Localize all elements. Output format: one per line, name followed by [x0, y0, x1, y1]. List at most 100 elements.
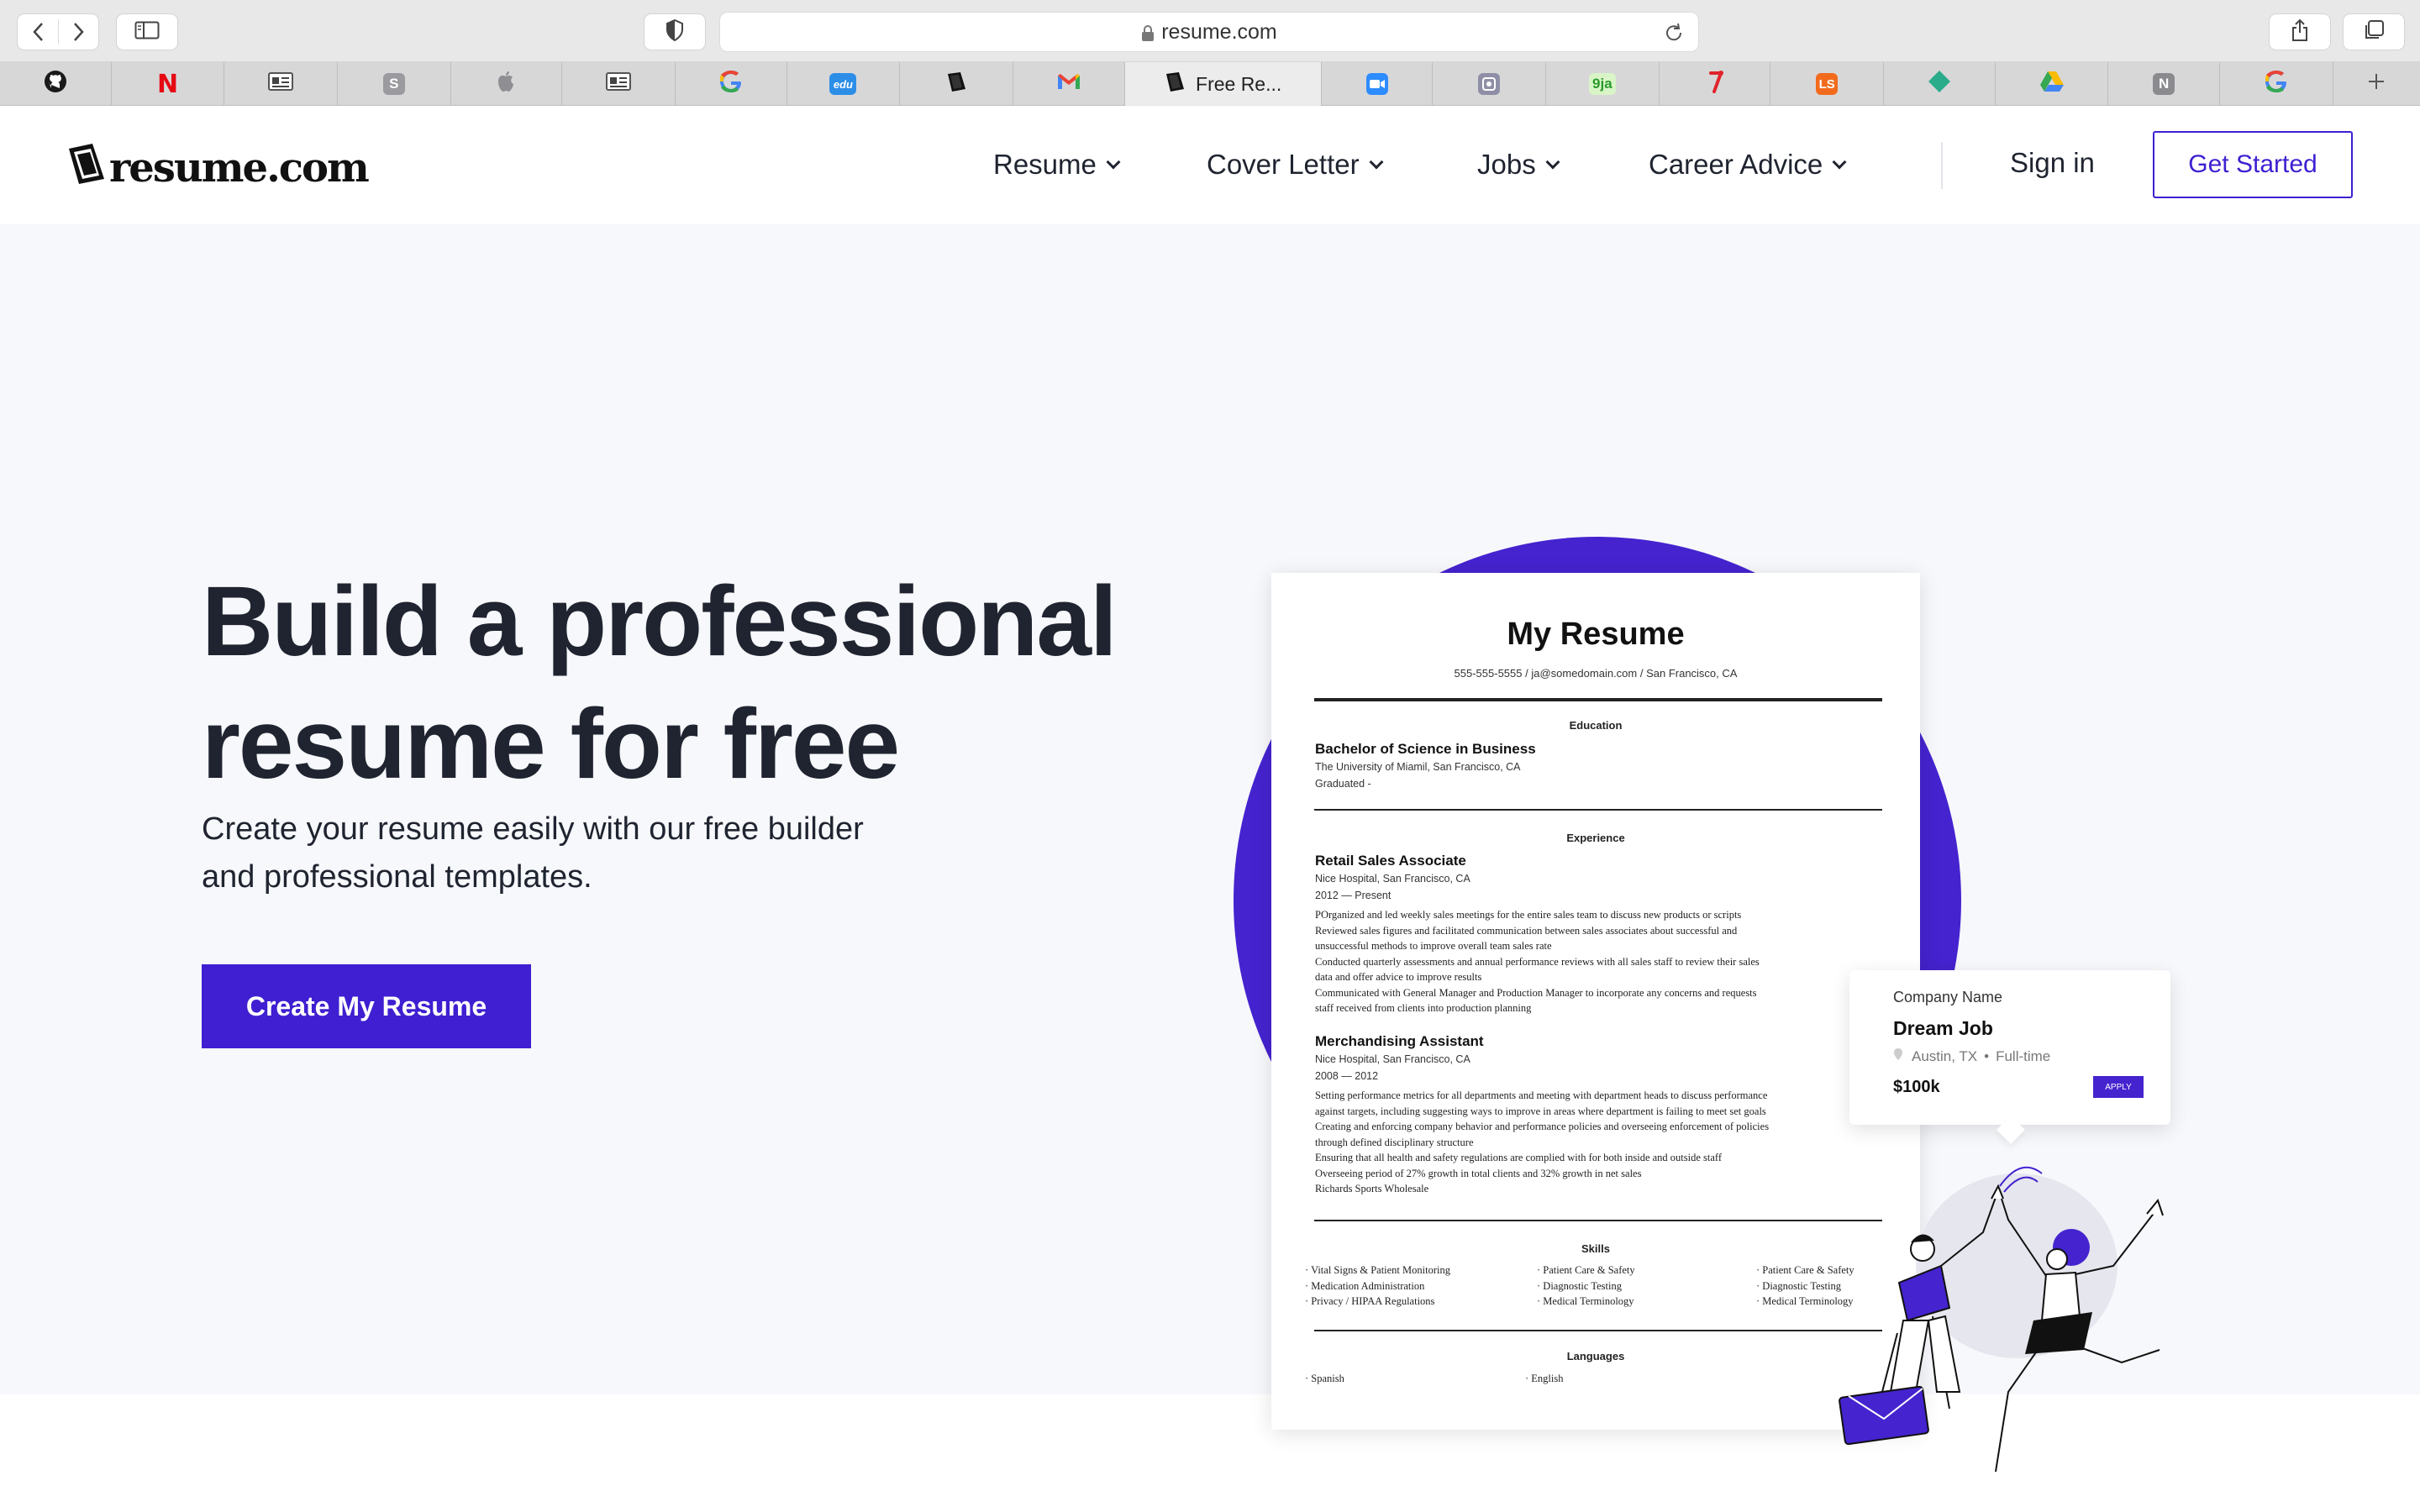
get-started-button[interactable]: Get Started — [2153, 131, 2353, 198]
tabs-icon — [2363, 19, 2385, 45]
tab-screen[interactable] — [1433, 62, 1547, 106]
site-header: resume.com Resume Cover Letter Jobs Care… — [0, 107, 2420, 224]
bullet: Conducted quarterly assessments and annu… — [1315, 955, 1760, 968]
job-location: Austin, TX • Full-time — [1893, 1047, 2050, 1065]
job-card[interactable]: Company Name Dream Job Austin, TX • Full… — [1849, 970, 2170, 1144]
resume-job2-dates: 2008 — 2012 — [1315, 1070, 1379, 1082]
skill-item: Diagnostic Testing — [1543, 1279, 1622, 1292]
tab-edu[interactable]: edu — [787, 62, 901, 106]
sign-in-link[interactable]: Sign in — [2010, 147, 2095, 179]
apply-button[interactable]: APPLY — [2093, 1076, 2144, 1098]
reader-icon — [606, 71, 632, 97]
screen-icon — [1478, 73, 1501, 95]
skill-item: Patient Care & Safety — [1543, 1264, 1635, 1276]
bullet: staff received from clients into product… — [1315, 1002, 1532, 1014]
tab-zoom[interactable] — [1322, 62, 1434, 106]
tab-reader-2[interactable] — [562, 62, 676, 106]
resume-graduated: Graduated - — [1315, 778, 1371, 790]
location-pin-icon — [1893, 1047, 1903, 1065]
hero-title-line-2: resume for free — [202, 689, 900, 800]
tab-9ja[interactable]: 9ja — [1546, 62, 1660, 106]
tab-notion[interactable]: N — [2108, 62, 2221, 106]
language-item: · Spanish — [1305, 1373, 1344, 1384]
chevron-down-icon — [1369, 155, 1384, 170]
netflix-icon: N — [156, 69, 179, 99]
tab-resume-active[interactable]: Free Re... — [1124, 62, 1322, 106]
notion-icon: N — [2153, 73, 2175, 95]
forward-icon[interactable] — [69, 19, 89, 45]
job-location-text: Austin, TX — [1912, 1047, 1978, 1064]
resume-job1-role: Retail Sales Associate — [1315, 853, 1466, 869]
tab-ls[interactable]: LS — [1770, 62, 1885, 106]
sidebar-icon — [134, 21, 160, 44]
job-salary: $100k — [1893, 1078, 1940, 1096]
resume-divider — [1314, 809, 1882, 811]
new-tab-button[interactable] — [2333, 62, 2420, 106]
tab-google-2[interactable] — [2220, 62, 2333, 106]
resume-divider — [1314, 1220, 1882, 1221]
nav-career-advice[interactable]: Career Advice — [1649, 149, 1847, 181]
chevron-down-icon — [1832, 155, 1847, 170]
resume-contact: 555-555-5555 / ja@somedomain.com / San F… — [1454, 667, 1738, 680]
github-icon — [44, 70, 67, 98]
create-my-resume-button[interactable]: Create My Resume — [202, 964, 531, 1048]
back-forward-buttons — [17, 13, 99, 50]
bullet: data and offer advice to improve results — [1315, 971, 1482, 983]
high-five-illustration — [1823, 1140, 2193, 1493]
drive-icon — [2039, 71, 2065, 97]
resume-education-heading: Education — [1569, 719, 1623, 732]
resume-divider — [1314, 1330, 1882, 1331]
sidebar-toggle-button[interactable] — [116, 13, 178, 50]
tab-s-app[interactable]: S — [338, 62, 451, 106]
bullet: unsuccessful methods to improve overall … — [1315, 940, 1552, 952]
hero-title-line-1: Build a professional — [202, 566, 1118, 677]
nav-jobs[interactable]: Jobs — [1477, 149, 1560, 181]
hero-subtitle-line-2: and professional templates. — [202, 859, 592, 895]
nav-resume-label: Resume — [993, 149, 1097, 180]
tab-reader-1[interactable] — [224, 62, 338, 106]
tab-github[interactable] — [0, 62, 112, 106]
google-icon — [2265, 70, 2288, 98]
reader-icon — [268, 71, 294, 97]
zoom-icon — [1365, 73, 1388, 95]
resume-skills-col-2: · Patient Care & Safety · Diagnostic Tes… — [1537, 1264, 1635, 1307]
nav-jobs-label: Jobs — [1477, 149, 1536, 180]
reload-icon[interactable] — [1663, 22, 1685, 50]
share-button[interactable] — [2269, 13, 2331, 50]
tab-apple[interactable] — [451, 62, 563, 106]
bullet: through defined disciplinary structure — [1315, 1136, 1474, 1148]
resume-skills-col-1: · Vital Signs & Patient Monitoring · Med… — [1305, 1264, 1450, 1307]
diamond-icon — [1928, 70, 1951, 98]
skill-item: Medical Terminology — [1543, 1295, 1634, 1307]
tab-google-1[interactable] — [676, 62, 787, 106]
bullet: Setting performance metrics for all depa… — [1315, 1089, 1768, 1101]
bullet: Communicated with General Manager and Pr… — [1315, 986, 1757, 999]
logo-text: resume.com — [109, 144, 370, 192]
plus-icon — [2367, 72, 2386, 96]
back-icon[interactable] — [28, 19, 48, 45]
nav-resume[interactable]: Resume — [993, 149, 1121, 181]
address-bar[interactable]: resume.com — [719, 12, 1699, 52]
tab-red[interactable] — [1660, 62, 1771, 106]
red-icon — [1704, 70, 1726, 98]
bullet: POrganized and led weekly sales meetings… — [1315, 909, 1742, 921]
s-app-icon: S — [382, 73, 405, 95]
tab-drive[interactable] — [1996, 62, 2109, 106]
nav-career-advice-label: Career Advice — [1649, 149, 1823, 180]
nav-cover-letter[interactable]: Cover Letter — [1207, 149, 1384, 181]
language-item: · English — [1525, 1373, 1564, 1384]
skill-item: Privacy / HIPAA Regulations — [1311, 1295, 1435, 1307]
apple-icon — [496, 70, 516, 98]
tab-diamond[interactable] — [1884, 62, 1996, 106]
tab-gmail[interactable] — [1013, 62, 1125, 106]
resume-degree: Bachelor of Science in Business — [1315, 741, 1536, 757]
tab-netflix[interactable]: N — [112, 62, 225, 106]
site-logo[interactable]: resume.com — [67, 140, 370, 196]
resume-job2-bullets: Setting performance metrics for all depa… — [1315, 1088, 1886, 1197]
bullet: Creating and enforcing company behavior … — [1315, 1121, 1770, 1132]
resume-job1-dates: 2012 — Present — [1315, 890, 1392, 901]
lock-icon — [1141, 24, 1155, 41]
tab-resume-1[interactable] — [900, 62, 1013, 106]
tab-overview-button[interactable] — [2343, 13, 2405, 50]
privacy-button[interactable] — [644, 13, 706, 50]
